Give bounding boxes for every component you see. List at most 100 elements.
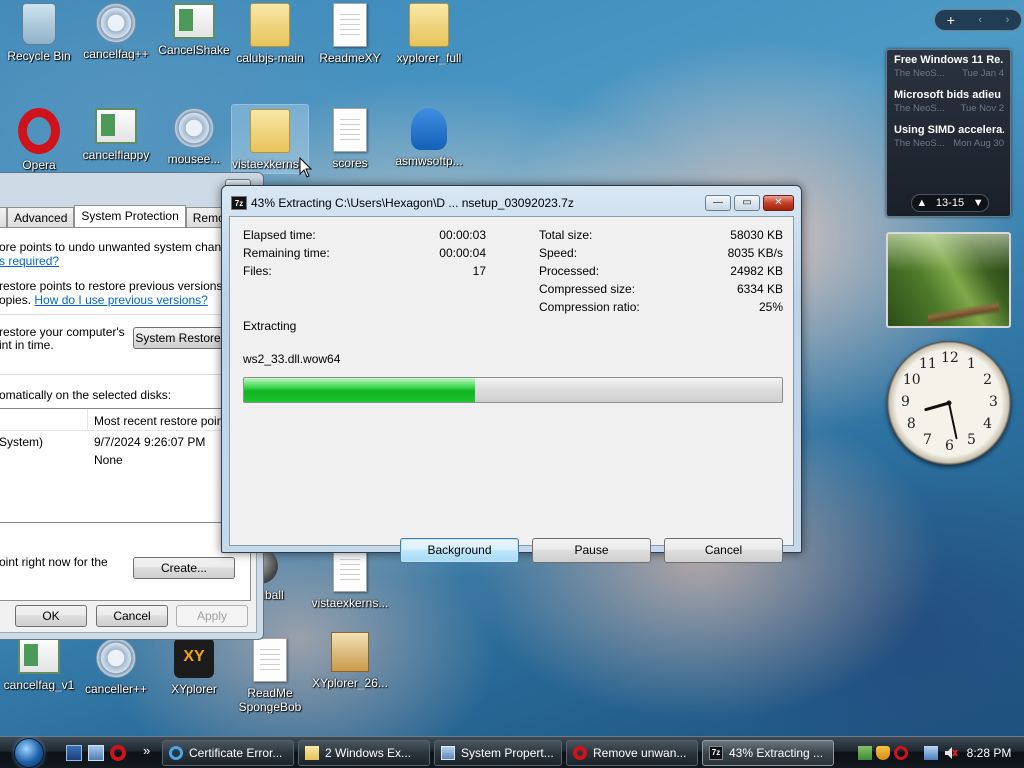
speed-value: 8035 KB/s	[727, 246, 783, 260]
taskbar-item-label: Certificate Error...	[189, 746, 283, 760]
desktop-icon-opera[interactable]: Opera	[0, 108, 78, 172]
desktop-icon-cancelfag-v1[interactable]: cancelfag_v1	[0, 638, 78, 692]
feed-item[interactable]: Using SIMD accelera... The NeoS... Mon Au…	[887, 120, 1010, 155]
network-icon[interactable]	[924, 746, 938, 760]
create-button[interactable]: Create...	[133, 557, 235, 579]
taskbar-clock[interactable]: 8:28 PM	[961, 737, 1017, 768]
opera-tray-icon[interactable]	[894, 746, 908, 760]
desktop-icon-cancelshake[interactable]: CancelShake	[155, 3, 233, 57]
pause-button[interactable]: Pause	[532, 538, 651, 563]
clock-number: 5	[967, 432, 976, 449]
add-gadget-button[interactable]: +	[947, 12, 955, 28]
minimize-button[interactable]: —	[705, 195, 731, 211]
remaining-time-value: 00:00:04	[439, 246, 486, 260]
desktop-icon-asmwsoftp[interactable]: asmwsoftp...	[390, 108, 468, 168]
desktop-icon-calubjs-main[interactable]: calubjs-main	[231, 3, 309, 65]
window-title-bar[interactable]: 7z 43% Extracting C:\Users\Hexagon\D ...…	[231, 195, 574, 211]
quicklaunch-overflow-icon[interactable]: »	[143, 743, 150, 758]
icon-label: XYplorer	[171, 682, 217, 696]
internet-explorer-icon	[169, 746, 183, 760]
files-value: 17	[472, 264, 486, 278]
compression-ratio-value: 25%	[758, 300, 783, 314]
window-app-icon	[18, 638, 60, 674]
taskbar-item-certificate-error[interactable]: Certificate Error...	[162, 740, 294, 766]
security-shield-icon[interactable]	[876, 746, 890, 760]
disk-row-name[interactable]: System)	[0, 435, 43, 449]
switch-windows-icon[interactable]	[88, 745, 104, 761]
system-protection-panel: ore points to undo unwanted system chang…	[0, 227, 256, 601]
window-title: 43% Extracting C:\Users\Hexagon\D ... ns…	[251, 196, 574, 210]
taskbar: » Certificate Error... 2 Windows Ex... S…	[0, 736, 1024, 768]
feed-up-button[interactable]: ▲	[916, 197, 927, 209]
remaining-time-label: Remaining time:	[243, 246, 330, 260]
ok-button[interactable]: OK	[15, 605, 87, 627]
feed-item-date: Tue Jan 4	[962, 68, 1004, 79]
cancel-extract-button[interactable]: Cancel	[664, 538, 783, 563]
clock-number: 8	[906, 416, 916, 432]
opera-quicklaunch-icon[interactable]	[110, 745, 126, 761]
feed-pager: ▲ 13-15 ▼	[911, 194, 989, 212]
prev-page-button[interactable]: ‹	[978, 14, 982, 26]
icon-label: cancelfag_v1	[3, 678, 75, 692]
windows-update-icon[interactable]	[858, 746, 872, 760]
taskbar-item-remove-unwanted[interactable]: Remove unwan...	[566, 740, 698, 766]
disks-list[interactable]: Most recent restore point System) 9/7/20…	[0, 408, 251, 523]
close-button[interactable]: ✕	[763, 195, 794, 211]
clock-gadget[interactable]: 12 1 2 3 4 5 6 7 8 9 10 11	[887, 341, 1011, 465]
copies-text: opies.	[0, 293, 32, 307]
desktop-icon-xyplorer-26[interactable]: XYplorer_26...	[311, 632, 389, 690]
extract-progress-bar	[243, 377, 783, 403]
background-button[interactable]: Background	[400, 538, 519, 563]
desktop-icon-xyplorer-full[interactable]: xyplorer_full	[390, 3, 468, 65]
clock-number: 9	[901, 394, 910, 410]
windows-logo-icon	[14, 738, 44, 768]
clock-number: 11	[919, 355, 937, 372]
volume-muted-icon[interactable]	[944, 746, 958, 760]
gear-app-icon	[96, 3, 136, 43]
desktop-icon-xyplorer[interactable]: XYplorer	[155, 638, 233, 696]
cancel-button[interactable]: Cancel	[96, 605, 168, 627]
feed-item-source: The NeoS...	[894, 138, 945, 149]
clock-number: 12	[941, 350, 959, 366]
desktop-icon-canceller[interactable]: canceller++	[77, 638, 155, 696]
desktop-icon-vistaexkerns-selected[interactable]: vistaexkerns...	[231, 104, 309, 174]
desktop-icon-mousee[interactable]: mousee...	[155, 108, 233, 166]
tab-hardware-partial[interactable]	[0, 207, 7, 227]
desktop-icon-readme-spongebob[interactable]: ReadMe SpongeBob	[231, 638, 309, 714]
taskbar-item-system-properties[interactable]: System Propert...	[434, 740, 562, 766]
taskbar-item-extracting[interactable]: 7z 43% Extracting ...	[702, 740, 834, 766]
desktop-icon-readmexy[interactable]: ReadmeXY	[311, 3, 389, 65]
recycle-bin-icon	[22, 3, 56, 45]
desktop-icon-cancelfag[interactable]: cancelfag++	[77, 3, 155, 61]
feed-item[interactable]: Free Windows 11 Re... The NeoS... Tue Jan…	[887, 50, 1010, 85]
slideshow-gadget[interactable]	[886, 232, 1011, 328]
next-page-button[interactable]: ›	[1006, 14, 1010, 26]
icon-label: vistaexkerns...	[311, 596, 389, 610]
feed-item-title: Using SIMD accelera...	[894, 124, 1004, 136]
apply-button: Apply	[176, 605, 248, 627]
total-size-label: Total size:	[539, 228, 593, 242]
previous-versions-link[interactable]: How do I use previous versions?	[34, 293, 207, 307]
taskbar-item-windows-explorer[interactable]: 2 Windows Ex...	[298, 740, 430, 766]
processed-value: 24982 KB	[730, 264, 783, 278]
column-header-restore-point[interactable]: Most recent restore point	[94, 414, 227, 428]
feed-item[interactable]: Microsoft bids adieu ... The NeoS... Tue …	[887, 85, 1010, 120]
desktop-icon-cancelflappy[interactable]: cancelflappy	[77, 108, 155, 162]
files-label: Files:	[243, 264, 272, 278]
status-text: Extracting	[243, 319, 297, 333]
desktop-icon-vistaexkerns-2[interactable]: vistaexkerns...	[311, 548, 389, 610]
desktop-icon-scores[interactable]: scores	[311, 108, 389, 170]
system-restore-button[interactable]: System Restore...	[133, 327, 233, 349]
text-document-icon	[333, 3, 367, 47]
show-desktop-icon[interactable]	[66, 745, 82, 761]
compression-ratio-label: Compression ratio:	[539, 300, 640, 314]
feed-down-button[interactable]: ▼	[973, 197, 984, 209]
desktop-icon-recycle-bin[interactable]: Recycle Bin	[0, 3, 78, 63]
icon-label: cancelfag++	[83, 47, 149, 61]
text-document-icon	[333, 548, 367, 592]
start-button[interactable]	[6, 738, 52, 768]
tab-system-protection[interactable]: System Protection	[74, 205, 186, 227]
maximize-button[interactable]: ▭	[734, 195, 760, 211]
tab-advanced[interactable]: Advanced	[7, 207, 75, 227]
restore-help-link[interactable]: s required?	[0, 254, 59, 268]
